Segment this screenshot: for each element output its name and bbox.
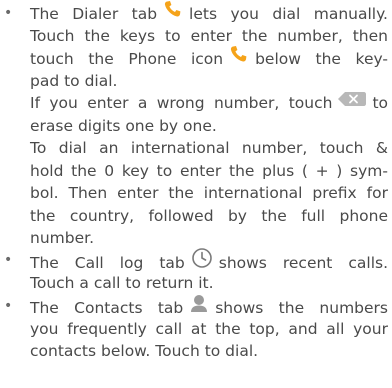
dialer-text-5a: If you enter a wrong number, touch [30, 94, 333, 112]
dialer-line-1: The Dialer tab lets you dial manually. [30, 0, 388, 27]
dialer-line-4: pad to dial. [30, 71, 118, 90]
dialer-text-3a: touch the Phone icon [30, 49, 224, 68]
contacts-text-1a: The Contacts tab [30, 298, 184, 317]
backspace-icon [338, 90, 367, 113]
dialer-line-7: To dial an international number, touch & [30, 139, 388, 157]
bullet-marker: • [4, 298, 13, 314]
contacts-text-1b: shows the numbers [215, 298, 388, 317]
bullet-marker: • [4, 5, 13, 21]
calllog-line-2: Touch a call to return it. [30, 273, 214, 292]
person-icon [189, 293, 209, 320]
contacts-line-3: contacts below. Touch to dial. [30, 342, 259, 360]
bullet-marker: • [4, 252, 13, 268]
calllog-text-1a: The Call log tab [30, 253, 185, 272]
dialer-line-2: Touch the keys to enter the number, then [30, 26, 388, 45]
dialer-text-5b: to [372, 94, 388, 112]
help-document: • The Dialer tab lets you dial manually. … [0, 0, 392, 388]
dialer-line-6: erase digits one by one. [30, 116, 217, 135]
phone-icon [163, 0, 183, 25]
dialer-line-5: If you enter a wrong number, touch to [30, 92, 388, 115]
dialer-text-1a: The Dialer tab [30, 4, 158, 23]
phone-icon [229, 45, 249, 70]
dialer-line-3: touch the Phone icon below the key- [30, 45, 388, 72]
dialer-line-10: the country, followed by the full phone [30, 206, 388, 225]
dialer-text-1b: lets you dial manually. [189, 4, 388, 23]
dialer-line-8: hold the 0 key to enter the plus ( + ) s… [30, 161, 388, 180]
contacts-line-2: you frequently call at the top, and all … [30, 319, 388, 338]
calllog-text-1b: shows recent calls. [218, 253, 389, 272]
dialer-line-9: bol. Then enter the international prefix… [30, 184, 388, 202]
dialer-text-3b: below the key- [255, 49, 388, 68]
